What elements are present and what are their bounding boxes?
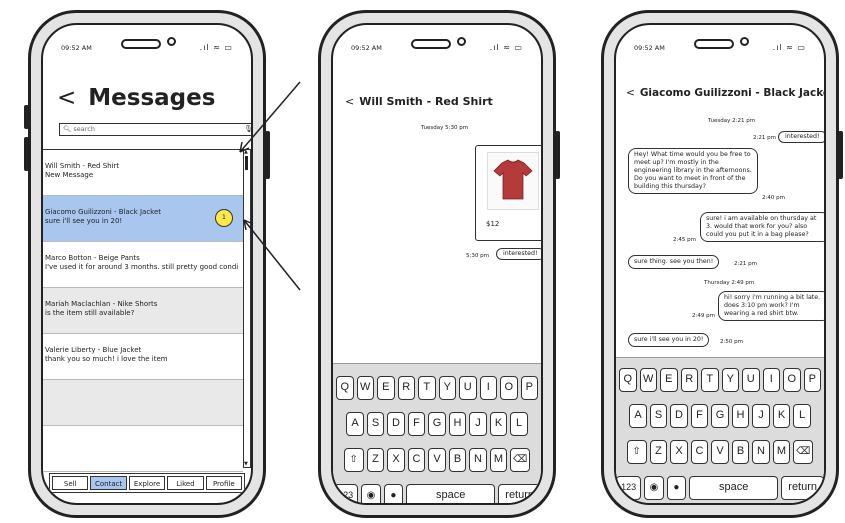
flow-arrow	[239, 81, 301, 153]
flow-arrow	[243, 219, 301, 291]
flow-arrows	[239, 81, 301, 291]
